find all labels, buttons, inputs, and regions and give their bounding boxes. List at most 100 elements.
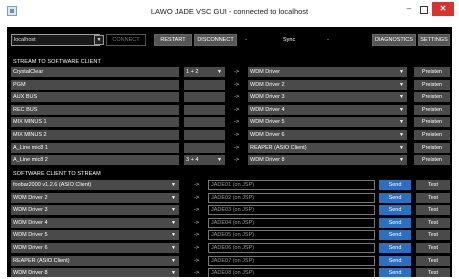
route-arrow: -> (194, 219, 200, 226)
channel-pair-select[interactable] (184, 142, 225, 153)
target-driver-select[interactable]: WDM Driver 8 ▼ (248, 155, 407, 166)
source-channel-field[interactable]: CrystalClear (11, 67, 179, 77)
channel-pair-select[interactable]: 3 + 4 ▼ (184, 155, 225, 166)
client-source-select[interactable]: WDM Driver 3 ▼ (11, 205, 179, 216)
stream-name-input[interactable]: JADE04 (on JSP) (208, 217, 375, 228)
client-source-select[interactable]: foobar2000 v1.2.6 (ASIO Client) ▼ (11, 180, 179, 190)
target-driver-select[interactable]: WDM Driver 2 ▼ (248, 79, 407, 90)
channel-pair-select[interactable] (184, 117, 225, 128)
client-stream-row: WDM Driver 2 ▼ -> JADE02 (on JSP) Send Test (7, 192, 452, 205)
stream-name-input[interactable]: JADE07 (on JSP) (208, 255, 375, 266)
client-source-select[interactable]: WDM Driver 5 ▼ (11, 230, 179, 241)
source-channel-field[interactable]: MIX MINUS 1 (11, 117, 179, 128)
preisten-button[interactable]: Preisten (414, 92, 450, 103)
send-button[interactable]: Send (379, 192, 411, 203)
client-stream-row: foobar2000 v1.2.6 (ASIO Client) ▼ -> JADE01… (7, 180, 452, 192)
test-button[interactable]: Test (416, 205, 450, 216)
settings-button[interactable]: SETTINGS (418, 34, 450, 46)
source-channel-field[interactable]: REC BUS (11, 104, 179, 115)
client-source-select[interactable]: REAPER (ASIO Client) ▼ (11, 255, 179, 266)
close-button[interactable]: ✕ (432, 2, 454, 16)
target-driver-select[interactable]: WDM Driver 6 ▼ (248, 130, 407, 140)
preisten-button[interactable]: Preisten (414, 155, 450, 166)
stream-row: MIX MINUS 2 -> WDM Driver 6 ▼ Preisten (7, 130, 452, 142)
channel-pair-select[interactable] (184, 104, 225, 115)
host-combobox[interactable]: localhost (11, 34, 100, 46)
route-arrow: -> (234, 81, 240, 88)
route-arrow: -> (234, 132, 240, 138)
maximize-button[interactable] (417, 4, 431, 16)
client-stream-row: REAPER (ASIO Client) ▼ -> JADE07 (on JSP) Se… (7, 255, 452, 268)
send-button[interactable]: Send (379, 255, 411, 266)
route-arrow: -> (194, 232, 200, 239)
chevron-down-icon: ▼ (399, 119, 404, 126)
stream-name-input[interactable]: JADE05 (on JSP) (208, 230, 375, 241)
stream-name-input[interactable]: JADE08 (on JSP) (208, 268, 375, 277)
send-button[interactable]: Send (379, 205, 411, 216)
test-button[interactable]: Test (416, 268, 450, 277)
stream-name-input[interactable]: JADE06 (on JSP) (208, 243, 375, 253)
chevron-down-icon: ▼ (171, 182, 176, 188)
sync-left-value: - (245, 37, 247, 43)
client-source-select[interactable]: WDM Driver 8 ▼ (11, 268, 179, 277)
send-button[interactable]: Send (379, 243, 411, 253)
chevron-down-icon: ▼ (399, 144, 404, 151)
send-button[interactable]: Send (379, 217, 411, 228)
source-channel-field[interactable]: A_Line mic8 2 (11, 155, 179, 166)
chevron-down-icon: ▼ (399, 69, 404, 75)
source-channel-field[interactable]: PGM (11, 79, 179, 90)
preisten-button[interactable]: Preisten (414, 104, 450, 115)
target-driver-select[interactable]: WDM Driver 3 ▼ (248, 92, 407, 103)
client-source-select[interactable]: WDM Driver 2 ▼ (11, 192, 179, 203)
preisten-button[interactable]: Preisten (414, 142, 450, 153)
test-button[interactable]: Test (416, 230, 450, 241)
target-driver-select[interactable]: REAPER (ASIO Client) ▼ (248, 142, 407, 153)
channel-pair-select[interactable]: 1 + 2 ▼ (184, 67, 225, 77)
preisten-button[interactable]: Preisten (414, 130, 450, 140)
route-arrow: -> (234, 119, 240, 126)
client-source-select[interactable]: WDM Driver 6 ▼ (11, 243, 179, 253)
route-arrow: -> (194, 245, 200, 251)
minimize-button[interactable]: – (402, 4, 416, 16)
source-channel-field[interactable]: MIX MINUS 2 (11, 130, 179, 140)
disconnect-button[interactable]: DISCONNECT (194, 34, 237, 46)
client-to-stream-heading: SOFTWARE CLIENT TO STREAM (13, 171, 101, 177)
diagnostics-button[interactable]: DIAGNOSTICS (372, 34, 416, 46)
stream-name-input[interactable]: JADE03 (on JSP) (208, 205, 375, 216)
host-dropdown-icon[interactable]: ▼ (94, 35, 104, 45)
test-button[interactable]: Test (416, 192, 450, 203)
test-button[interactable]: Test (416, 255, 450, 266)
stream-row: MIX MINUS 1 -> WDM Driver 5 ▼ Preisten (7, 117, 452, 129)
route-arrow: -> (234, 157, 240, 164)
source-channel-field[interactable]: A_Line mic8 1 (11, 142, 179, 153)
preisten-button[interactable]: Preisten (414, 79, 450, 90)
stream-to-client-heading: STREAM TO SOFTWARE CLIENT (13, 59, 101, 65)
send-button[interactable]: Send (379, 180, 411, 190)
target-driver-select[interactable]: WDM Driver 4 ▼ (248, 104, 407, 115)
chevron-down-icon: ▼ (399, 94, 404, 101)
preisten-button[interactable]: Preisten (414, 67, 450, 77)
stream-name-input[interactable]: JADE01 (on JSP) (208, 180, 375, 190)
route-arrow: -> (194, 257, 200, 264)
stream-name-input[interactable]: JADE02 (on JSP) (208, 192, 375, 203)
test-button[interactable]: Test (416, 180, 450, 190)
channel-pair-select[interactable] (184, 92, 225, 103)
route-arrow: -> (234, 69, 240, 75)
client-source-select[interactable]: WDM Driver 4 ▼ (11, 217, 179, 228)
test-button[interactable]: Test (416, 243, 450, 253)
send-button[interactable]: Send (379, 230, 411, 241)
preisten-button[interactable]: Preisten (414, 117, 450, 128)
route-arrow: -> (194, 182, 200, 188)
target-driver-select[interactable]: WDM Driver 5 ▼ (248, 117, 407, 128)
channel-pair-select[interactable] (184, 130, 225, 140)
target-driver-select[interactable]: WDM Driver ▼ (248, 67, 407, 77)
connect-button[interactable]: CONNECT (106, 34, 146, 46)
channel-pair-select[interactable] (184, 79, 225, 90)
source-channel-field[interactable]: AUX BUS (11, 92, 179, 103)
test-button[interactable]: Test (416, 217, 450, 228)
send-button[interactable]: Send (379, 268, 411, 277)
route-arrow: -> (194, 270, 200, 277)
chevron-down-icon: ▼ (171, 207, 176, 214)
restart-button[interactable]: RESTART (154, 34, 192, 46)
client-stream-row: WDM Driver 8 ▼ -> JADE08 (on JSP) Send Test (7, 268, 452, 277)
